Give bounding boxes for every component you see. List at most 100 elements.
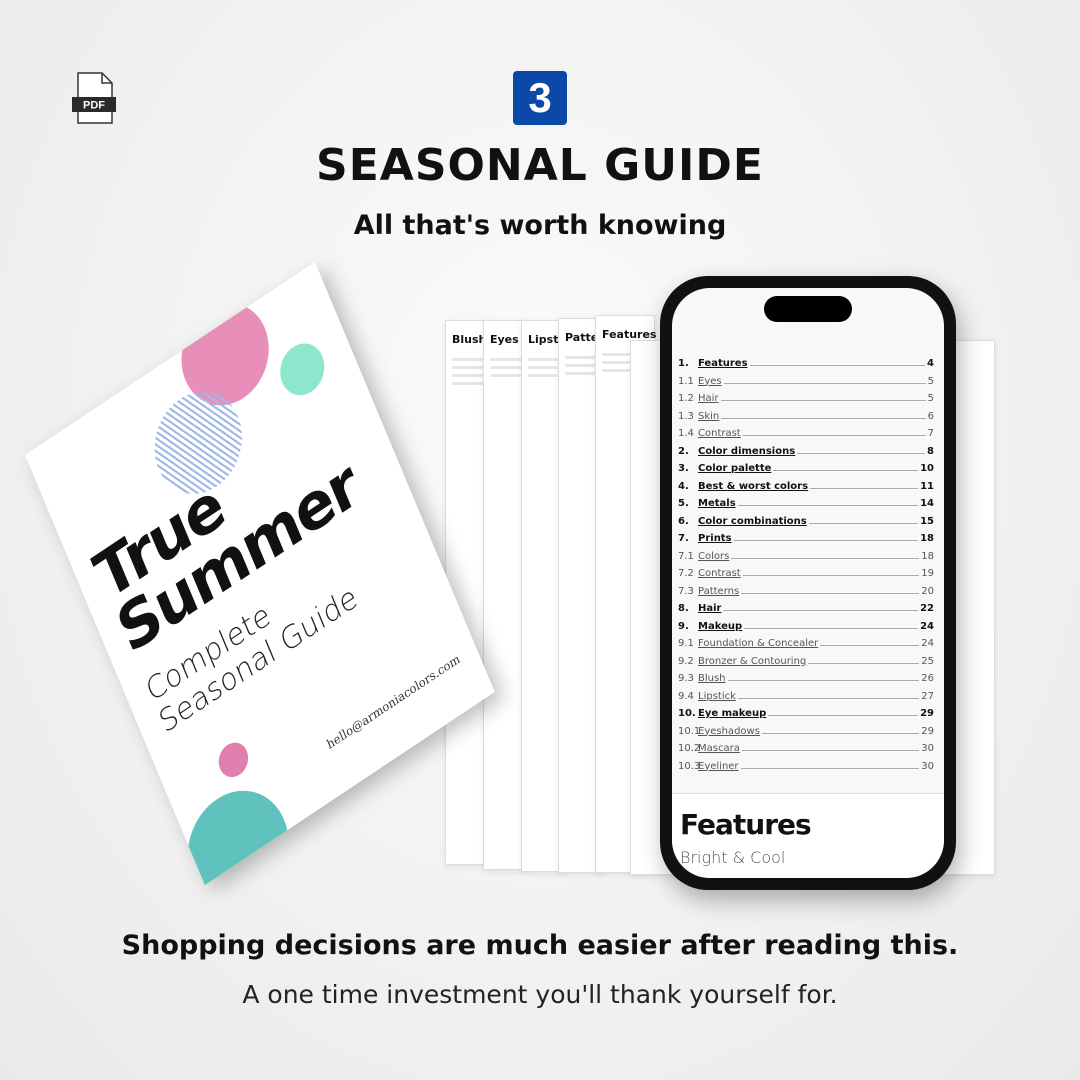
toc-label[interactable]: Color palette	[698, 463, 771, 474]
dynamic-island	[764, 296, 852, 322]
mint-circle	[273, 333, 332, 405]
toc-entry[interactable]: 4. Best & worst colors 11	[678, 481, 934, 498]
toc-leader	[742, 575, 920, 576]
toc-label[interactable]: Contrast	[698, 568, 741, 579]
toc-label[interactable]: Prints	[698, 533, 732, 544]
toc-number: 1.1	[678, 375, 694, 387]
toc-leader	[720, 400, 926, 401]
toc-leader	[741, 750, 920, 751]
toc-leader	[810, 487, 919, 489]
toc-leader	[768, 715, 919, 716]
toc-entry[interactable]: 9.1 Foundation & Concealer 24	[678, 638, 934, 655]
toc-label[interactable]: Mascara	[698, 743, 740, 754]
toc-label[interactable]: Eyes	[698, 376, 722, 387]
toc-label[interactable]: Contrast	[698, 428, 741, 439]
toc-entry[interactable]: 1.4 Contrast 7	[678, 428, 934, 445]
toc-number: 7.	[678, 533, 689, 544]
toc-leader	[808, 662, 920, 664]
toc-entry[interactable]: 1.2 Hair 5	[678, 393, 934, 410]
toc-entry[interactable]: 10.2 Mascara 30	[678, 743, 934, 760]
toc-leader	[761, 732, 920, 734]
toc-entry[interactable]: 1. Features 4	[678, 358, 934, 375]
toc-entry[interactable]: 2. Color dimensions 8	[678, 446, 934, 463]
toc-entry[interactable]: 8. Hair 22	[678, 603, 934, 620]
toc-number: 10.2	[678, 743, 701, 754]
toc-entry[interactable]: 10.1 Eyeshadows 29	[678, 726, 934, 743]
toc-label[interactable]: Color combinations	[698, 516, 807, 527]
toc-label[interactable]: Skin	[698, 411, 719, 422]
section-subtitle: Bright & Cool	[680, 848, 786, 867]
toc-page: 5	[927, 375, 934, 387]
toc-label[interactable]: Eyeshadows	[698, 726, 760, 737]
toc-entry[interactable]: 7.3 Patterns 20	[678, 586, 934, 603]
toc-label[interactable]: Features	[698, 358, 748, 369]
toc-leader	[773, 470, 919, 471]
toc-entry[interactable]: 7.1 Colors 18	[678, 551, 934, 568]
toc-leader	[741, 592, 920, 594]
toc-page: 20	[921, 585, 934, 597]
toc-entry[interactable]: 9.4 Lipstick 27	[678, 691, 934, 708]
toc-entry[interactable]: 6. Color combinations 15	[678, 516, 934, 533]
toc-page: 22	[920, 603, 934, 614]
toc-page: 15	[920, 515, 934, 527]
toc-label[interactable]: Bronzer & Contouring	[698, 656, 806, 667]
toc-label[interactable]: Metals	[698, 498, 736, 509]
toc-label[interactable]: Eye makeup	[698, 708, 766, 719]
toc-number: 4.	[678, 480, 689, 492]
pdf-file-icon: PDF	[72, 72, 116, 124]
toc-page: 30	[921, 743, 934, 754]
toc-number: 7.1	[678, 550, 694, 562]
toc-label[interactable]: Hair	[698, 393, 719, 404]
toc-page: 4	[927, 358, 934, 369]
toc-label[interactable]: Blush	[698, 673, 726, 684]
toc-entry[interactable]: 1.3 Skin 6	[678, 411, 934, 428]
toc-leader	[820, 645, 920, 646]
toc-page: 24	[920, 620, 934, 632]
pink-dot	[213, 736, 253, 784]
toc-label[interactable]: Makeup	[698, 621, 742, 632]
toc-page: 18	[920, 533, 934, 544]
toc-leader	[797, 452, 926, 454]
book-email: hello@armoniacolors.com	[324, 651, 462, 753]
toc-number: 7.2	[678, 568, 694, 579]
toc-entry[interactable]: 5. Metals 14	[678, 498, 934, 515]
toc-label[interactable]: Patterns	[698, 586, 739, 597]
pdf-label: PDF	[83, 100, 105, 112]
toc-page: 27	[921, 690, 934, 702]
toc-leader	[733, 540, 919, 541]
toc-page: 6	[927, 410, 934, 422]
toc-entry[interactable]: 9. Makeup 24	[678, 621, 934, 638]
toc-entry[interactable]: 1.1 Eyes 5	[678, 376, 934, 393]
toc-page: 24	[921, 638, 934, 649]
phone-screen: 1. Features 4 1.1 Eyes 5 1.2 Hair 5 1.3 Skin 6 1.4 Co…	[672, 288, 944, 878]
tagline: A one time investment you'll thank yours…	[242, 980, 838, 1009]
book-cover: True Summer Complete Seasonal Guide hello@…	[25, 261, 495, 886]
toc-label[interactable]: Hair	[698, 603, 721, 614]
toc-leader	[727, 680, 920, 681]
toc-number: 10.	[678, 708, 696, 719]
toc-leader	[744, 627, 919, 629]
toc-page: 29	[921, 725, 934, 737]
toc-label[interactable]: Best & worst colors	[698, 481, 808, 492]
toc-label[interactable]: Eyeliner	[698, 761, 739, 772]
toc-number: 1.4	[678, 428, 694, 439]
toc-entry[interactable]: 9.3 Blush 26	[678, 673, 934, 690]
toc-number: 9.2	[678, 655, 694, 667]
toc-label[interactable]: Colors	[698, 551, 729, 562]
toc-entry[interactable]: 10.3 Eyeliner 30	[678, 761, 934, 778]
toc-number: 5.	[678, 498, 689, 509]
toc-entry[interactable]: 7.2 Contrast 19	[678, 568, 934, 585]
step-badge: 3	[513, 71, 567, 125]
toc-label[interactable]: Foundation & Concealer	[698, 638, 818, 649]
toc-number: 10.1	[678, 725, 701, 737]
toc-label[interactable]: Lipstick	[698, 691, 736, 702]
toc-page: 14	[920, 498, 934, 509]
toc-entry[interactable]: 7. Prints 18	[678, 533, 934, 550]
toc-label[interactable]: Color dimensions	[698, 446, 795, 457]
toc-entry[interactable]: 10. Eye makeup 29	[678, 708, 934, 725]
toc-number: 7.3	[678, 585, 694, 597]
page-subtitle: All that's worth knowing	[353, 210, 727, 241]
toc-leader	[742, 435, 926, 436]
toc-entry[interactable]: 9.2 Bronzer & Contouring 25	[678, 656, 934, 673]
toc-entry[interactable]: 3. Color palette 10	[678, 463, 934, 480]
